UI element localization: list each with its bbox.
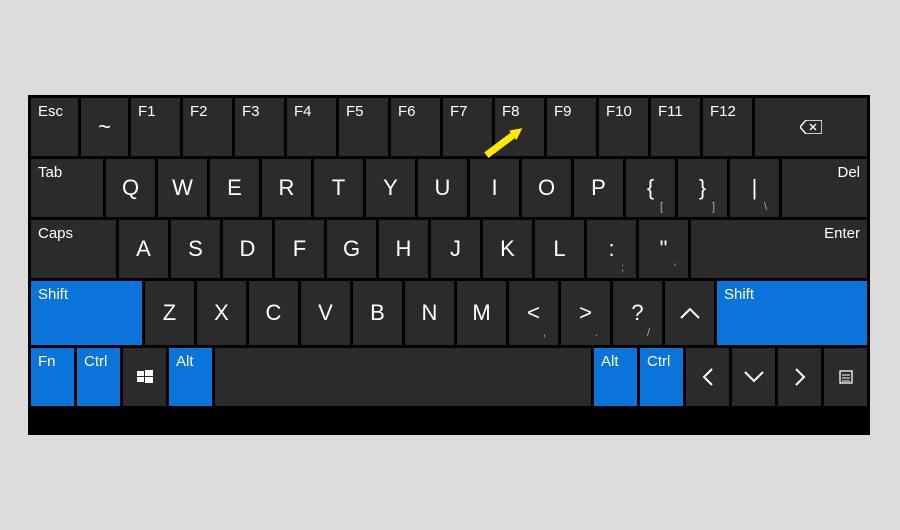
keyboard-row-1: Tab Q W E R T Y U I O P {[ }] |\ Del — [31, 159, 867, 217]
key-windows[interactable] — [123, 348, 166, 406]
on-screen-keyboard: Esc ~ F1 F2 F3 F4 F5 F6 F7 F8 F9 F10 F11… — [28, 95, 870, 435]
key-comma[interactable]: <, — [509, 281, 558, 345]
key-caps[interactable]: Caps — [31, 220, 116, 278]
key-z[interactable]: Z — [145, 281, 194, 345]
key-a[interactable]: A — [119, 220, 168, 278]
key-h[interactable]: H — [379, 220, 428, 278]
key-f10[interactable]: F10 — [599, 98, 648, 156]
key-e[interactable]: E — [210, 159, 259, 217]
chevron-down-icon — [743, 370, 765, 384]
key-j[interactable]: J — [431, 220, 480, 278]
key-c[interactable]: C — [249, 281, 298, 345]
key-bracket-right[interactable]: }] — [678, 159, 727, 217]
key-tab[interactable]: Tab — [31, 159, 103, 217]
menu-icon — [839, 370, 853, 384]
key-f6[interactable]: F6 — [391, 98, 440, 156]
key-y[interactable]: Y — [366, 159, 415, 217]
key-f8[interactable]: F8 — [495, 98, 544, 156]
key-f3[interactable]: F3 — [235, 98, 284, 156]
key-f1[interactable]: F1 — [131, 98, 180, 156]
key-f12[interactable]: F12 — [703, 98, 752, 156]
key-o[interactable]: O — [522, 159, 571, 217]
key-i[interactable]: I — [470, 159, 519, 217]
key-x[interactable]: X — [197, 281, 246, 345]
key-space[interactable] — [215, 348, 591, 406]
key-s[interactable]: S — [171, 220, 220, 278]
key-esc[interactable]: Esc — [31, 98, 78, 156]
key-up[interactable] — [665, 281, 714, 345]
key-b[interactable]: B — [353, 281, 402, 345]
key-g[interactable]: G — [327, 220, 376, 278]
key-slash[interactable]: ?/ — [613, 281, 662, 345]
keyboard-row-4: Fn Ctrl Alt Alt Ctrl — [31, 348, 867, 406]
key-w[interactable]: W — [158, 159, 207, 217]
key-f[interactable]: F — [275, 220, 324, 278]
key-period[interactable]: >. — [561, 281, 610, 345]
key-u[interactable]: U — [418, 159, 467, 217]
key-k[interactable]: K — [483, 220, 532, 278]
key-f7[interactable]: F7 — [443, 98, 492, 156]
key-alt-left[interactable]: Alt — [169, 348, 212, 406]
key-l[interactable]: L — [535, 220, 584, 278]
chevron-up-icon — [679, 306, 701, 320]
key-backslash[interactable]: |\ — [730, 159, 779, 217]
key-f11[interactable]: F11 — [651, 98, 700, 156]
key-f5[interactable]: F5 — [339, 98, 388, 156]
key-tilde[interactable]: ~ — [81, 98, 128, 156]
key-d[interactable]: D — [223, 220, 272, 278]
key-n[interactable]: N — [405, 281, 454, 345]
key-fn[interactable]: Fn — [31, 348, 74, 406]
key-m[interactable]: M — [457, 281, 506, 345]
key-v[interactable]: V — [301, 281, 350, 345]
key-bracket-left[interactable]: {[ — [626, 159, 675, 217]
key-f4[interactable]: F4 — [287, 98, 336, 156]
key-q[interactable]: Q — [106, 159, 155, 217]
keyboard-row-fn: Esc ~ F1 F2 F3 F4 F5 F6 F7 F8 F9 F10 F11… — [31, 98, 867, 156]
key-t[interactable]: T — [314, 159, 363, 217]
key-ctrl-left[interactable]: Ctrl — [77, 348, 120, 406]
keyboard-row-3: Shift Z X C V B N M <, >. ?/ Shift — [31, 281, 867, 345]
key-down[interactable] — [732, 348, 775, 406]
key-semicolon[interactable]: :; — [587, 220, 636, 278]
chevron-left-icon — [701, 367, 715, 387]
key-f2[interactable]: F2 — [183, 98, 232, 156]
key-right[interactable] — [778, 348, 821, 406]
backspace-icon — [800, 120, 822, 134]
key-shift-left[interactable]: Shift — [31, 281, 142, 345]
key-shift-right[interactable]: Shift — [717, 281, 867, 345]
key-del[interactable]: Del — [782, 159, 867, 217]
key-menu[interactable] — [824, 348, 867, 406]
key-left[interactable] — [686, 348, 729, 406]
key-alt-right[interactable]: Alt — [594, 348, 637, 406]
key-backspace[interactable] — [755, 98, 867, 156]
key-p[interactable]: P — [574, 159, 623, 217]
chevron-right-icon — [793, 367, 807, 387]
key-enter[interactable]: Enter — [691, 220, 867, 278]
key-r[interactable]: R — [262, 159, 311, 217]
keyboard-row-2: Caps A S D F G H J K L :; "' Enter — [31, 220, 867, 278]
windows-icon — [137, 369, 153, 385]
key-quote[interactable]: "' — [639, 220, 688, 278]
key-f9[interactable]: F9 — [547, 98, 596, 156]
key-ctrl-right[interactable]: Ctrl — [640, 348, 683, 406]
